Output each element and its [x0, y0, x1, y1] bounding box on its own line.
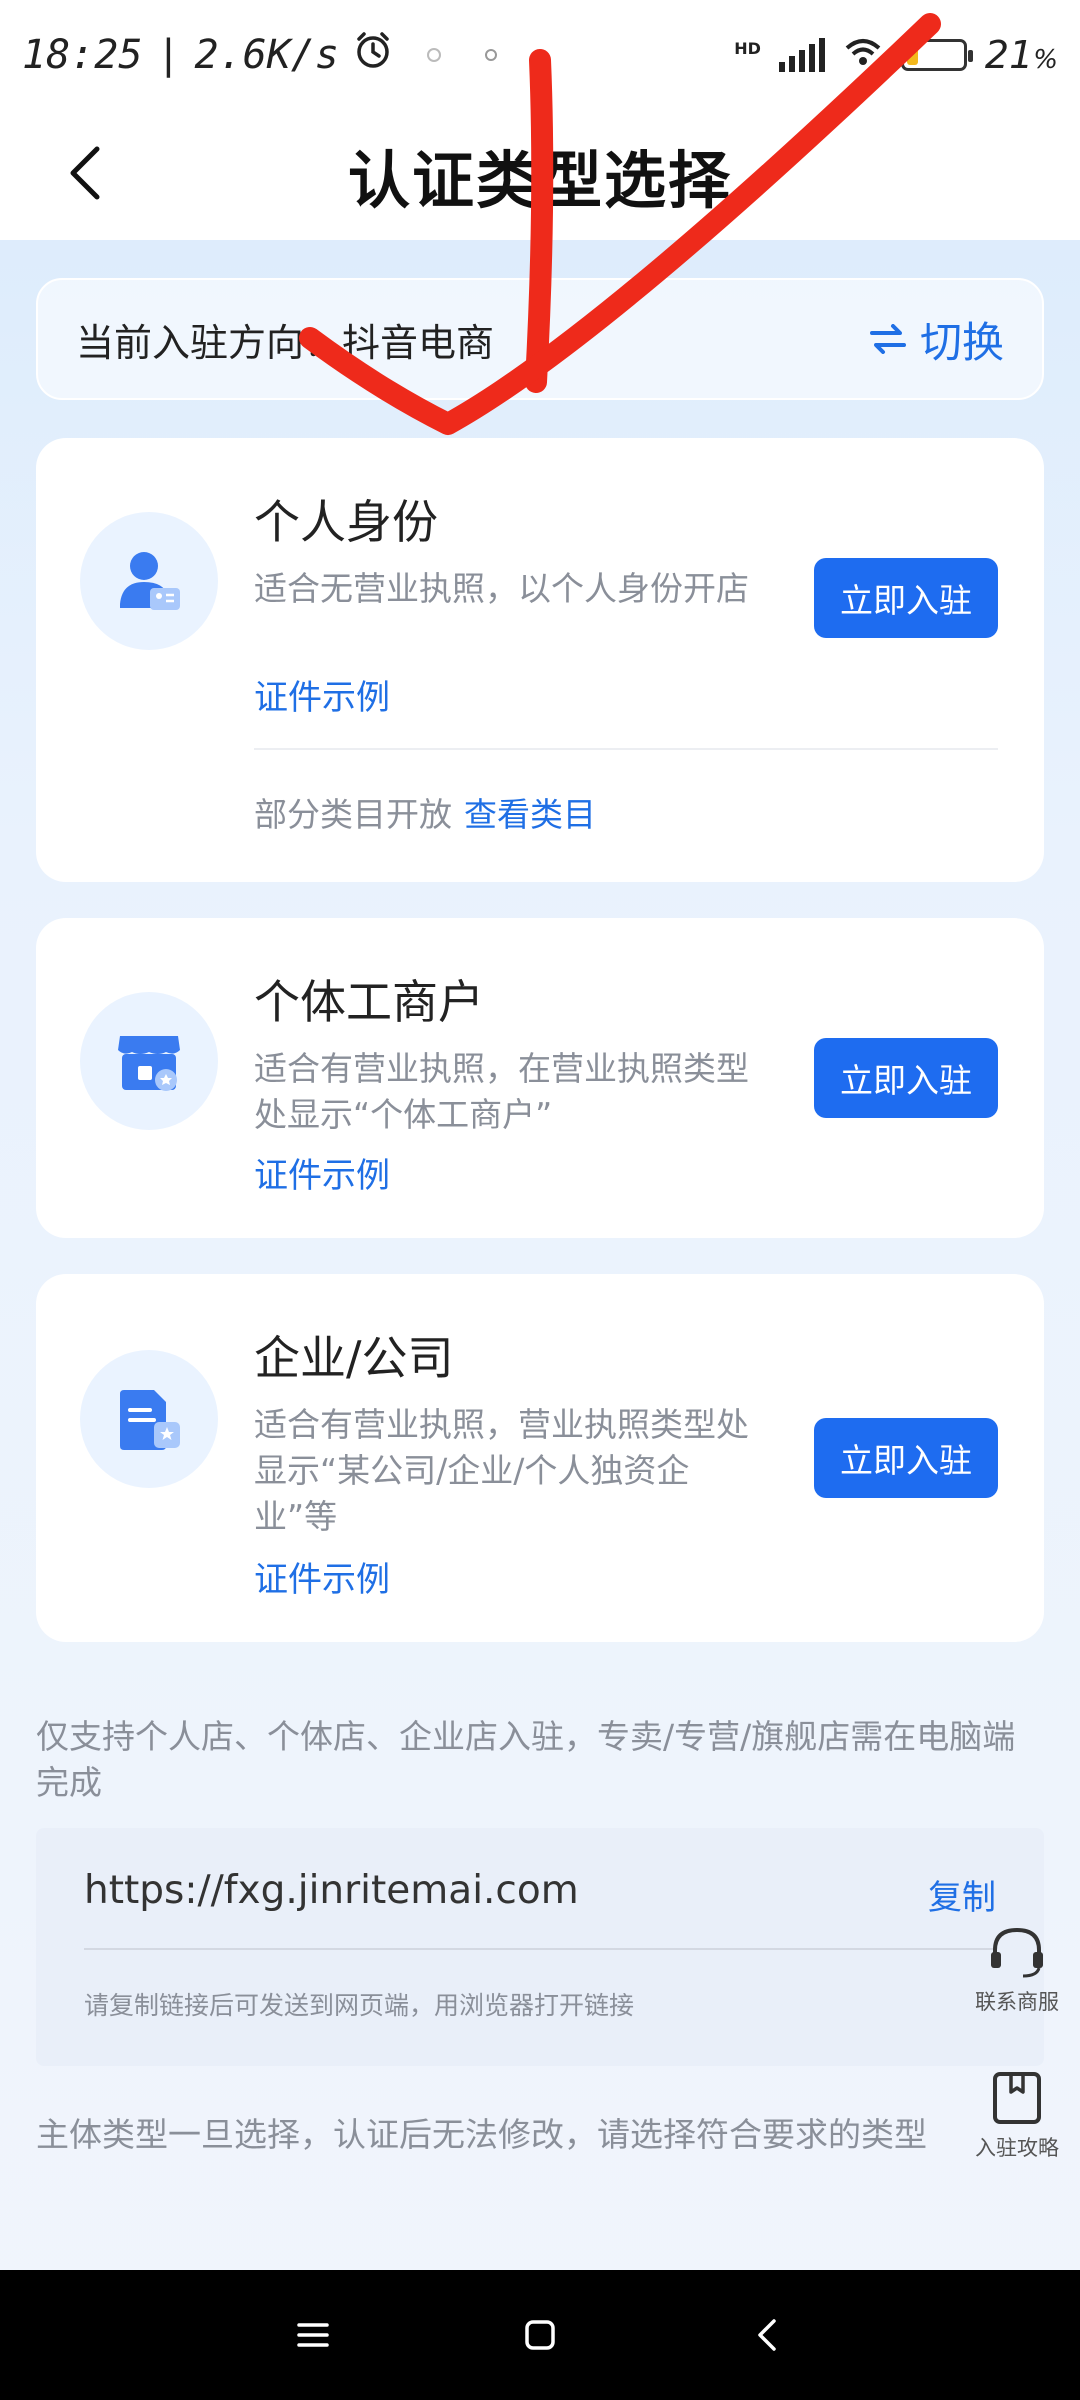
join-guide-label: 入驻攻略 — [975, 2136, 1059, 2160]
headset-icon — [991, 1927, 1043, 1978]
back-arrow-icon — [757, 2319, 776, 2351]
person-id-icon — [120, 552, 180, 610]
direction-bar: 当前入驻方向：抖音电商 切换 — [36, 278, 1044, 400]
system-nav-bar — [0, 2270, 1080, 2400]
category-text: 部分类目开放 — [254, 795, 452, 834]
chevron-left-icon — [70, 146, 100, 200]
card-description: 适合无营业执照，以个人身份开店 — [254, 569, 749, 608]
back-button[interactable] — [50, 138, 120, 208]
battery-unit: % — [1033, 45, 1058, 75]
battery-icon — [900, 39, 973, 71]
card-company: 企业/公司 适合有营业执照，营业执照类型处显示“某公司/企业/个人独资企业”等 … — [36, 1274, 1044, 1642]
url-text: https://fxg.jinritemai.com — [84, 1868, 579, 1913]
notification-dot-icon — [427, 48, 442, 62]
status-separator: | — [156, 32, 181, 78]
category-row: 部分类目开放 查看类目 — [254, 788, 596, 836]
switch-button[interactable]: 切换 — [869, 309, 1004, 370]
status-left: 18:25 | 2.6K/s — [22, 30, 498, 80]
example-link[interactable]: 证件示例 — [254, 1552, 390, 1601]
menu-lines-icon — [297, 2323, 330, 2347]
contact-service-label: 联系商服 — [975, 1990, 1059, 2014]
shop-icon — [118, 1036, 180, 1091]
swap-arrows-icon — [869, 324, 906, 354]
nav-back-button[interactable] — [737, 2305, 797, 2365]
example-link[interactable]: 证件示例 — [254, 1148, 390, 1197]
battery-value: 21 — [984, 33, 1034, 77]
url-divider — [84, 1948, 996, 1950]
card-title: 个体工商户 — [254, 975, 484, 1029]
view-category-link[interactable]: 查看类目 — [464, 795, 596, 834]
wifi-icon — [843, 33, 883, 77]
home-button[interactable] — [510, 2305, 570, 2365]
notice-support: 仅支持个人店、个体店、企业店入驻，专卖/专营/旗舰店需在电脑端完成 — [36, 1717, 1016, 1802]
card-description: 适合有营业执照，在营业执照类型处显示“个体工商户” — [254, 1049, 749, 1134]
network-speed: 2.6K/s — [194, 32, 340, 78]
join-button[interactable]: 立即入驻 — [814, 1418, 998, 1498]
notification-dot-icon — [485, 49, 498, 61]
page-header: 认证类型选择 — [0, 110, 1080, 240]
status-time: 18:25 — [22, 32, 143, 78]
company-document-icon — [120, 1390, 180, 1450]
url-box: https://fxg.jinritemai.com 复制 请复制链接后可发送到… — [36, 1828, 1044, 2066]
join-button[interactable]: 立即入驻 — [814, 1038, 998, 1118]
status-right: HD 21% — [734, 33, 1058, 77]
card-description: 适合有营业执照，营业执照类型处显示“某公司/企业/个人独资企业”等 — [254, 1405, 749, 1536]
card-individual-business: 个体工商户 适合有营业执照，在营业执照类型处显示“个体工商户” 证件示例 立即入… — [36, 918, 1044, 1238]
card-title: 企业/公司 — [254, 1331, 454, 1385]
battery-fill — [906, 45, 918, 65]
book-icon — [993, 2072, 1041, 2124]
battery-percent: 21% — [985, 33, 1058, 77]
card-personal: 个人身份 适合无营业执照，以个人身份开店 证件示例 立即入驻 部分类目开放 查看类… — [36, 438, 1044, 882]
card-icon-wrap — [80, 512, 218, 650]
card-title: 个人身份 — [254, 495, 438, 549]
home-square-icon — [525, 2320, 555, 2350]
direction-label: 当前入驻方向：抖音电商 — [76, 320, 495, 365]
recent-apps-button[interactable] — [283, 2305, 343, 2365]
card-icon-wrap — [80, 1350, 218, 1488]
card-divider — [254, 748, 998, 750]
signal-icon — [778, 38, 825, 72]
card-icon-wrap — [80, 992, 218, 1130]
contact-service-button[interactable]: 联系商服 — [962, 1924, 1072, 2016]
notice-warning: 主体类型一旦选择，认证后无法修改，请选择符合要求的类型 — [36, 2115, 927, 2154]
page-title: 认证类型选择 — [347, 144, 732, 217]
switch-label: 切换 — [919, 317, 1004, 367]
copy-button[interactable]: 复制 — [928, 1870, 996, 1919]
status-bar: 18:25 | 2.6K/s HD 21% — [0, 0, 1080, 110]
example-link[interactable]: 证件示例 — [254, 670, 390, 719]
network-badge: HD — [734, 39, 761, 58]
join-guide-button[interactable]: 入驻攻略 — [962, 2070, 1072, 2162]
url-hint: 请复制链接后可发送到网页端，用浏览器打开链接 — [84, 1991, 635, 2020]
join-button[interactable]: 立即入驻 — [814, 558, 998, 638]
alarm-icon — [353, 30, 393, 80]
